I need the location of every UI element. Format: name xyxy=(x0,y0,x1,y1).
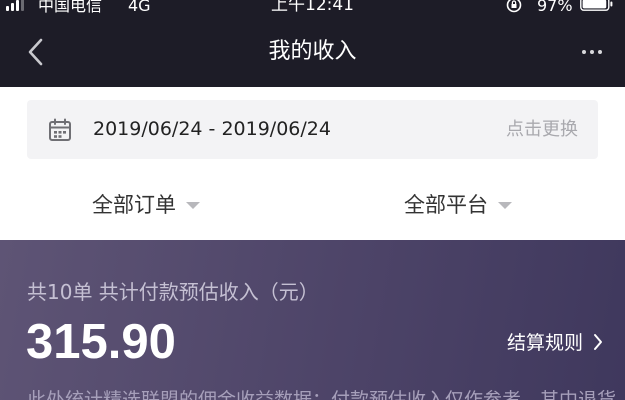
status-bar: 中国电信 4G 上午12:41 97% xyxy=(0,0,625,17)
orders-filter-dropdown[interactable]: 全部订单 xyxy=(92,183,200,225)
caret-down-icon xyxy=(498,201,512,209)
app-screen: 中国电信 4G 上午12:41 97% 我的收入 2019/06/24 - 20… xyxy=(0,0,625,400)
income-summary-card: 共10单 共计付款预估收入（元） 315.90 结算规则 此处统计精选联盟的佣金… xyxy=(0,240,625,400)
orders-filter-label: 全部订单 xyxy=(92,193,176,217)
platforms-filter-label: 全部平台 xyxy=(404,193,488,217)
income-summary-text: 共10单 共计付款预估收入（元） xyxy=(27,280,319,304)
income-amount: 315.90 xyxy=(26,315,176,369)
rotation-lock-icon xyxy=(506,0,522,13)
nav-bar: 我的收入 xyxy=(0,17,625,87)
platforms-filter-dropdown[interactable]: 全部平台 xyxy=(404,183,512,225)
settlement-rules-link[interactable]: 结算规则 xyxy=(507,328,603,355)
change-date-link[interactable]: 点击更换 xyxy=(506,100,578,159)
calendar-icon xyxy=(49,118,71,141)
caret-down-icon xyxy=(186,201,200,209)
income-footnote: 此处统计精选联盟的佣金收益数据；付款预估收入仅作参考，其中退货 xyxy=(27,389,617,400)
date-range-picker[interactable]: 2019/06/24 - 2019/06/24 点击更换 xyxy=(27,100,598,159)
battery-percent: 97% xyxy=(537,0,573,15)
header: 中国电信 4G 上午12:41 97% 我的收入 xyxy=(0,0,625,87)
more-dots-icon xyxy=(582,50,586,54)
date-range-value: 2019/06/24 - 2019/06/24 xyxy=(93,118,331,140)
status-time: 上午12:41 xyxy=(271,0,354,15)
settlement-rules-label: 结算规则 xyxy=(506,332,583,354)
page-title: 我的收入 xyxy=(268,39,357,64)
chevron-right-icon xyxy=(594,333,602,350)
battery-icon xyxy=(580,0,613,11)
more-button[interactable] xyxy=(577,39,607,65)
